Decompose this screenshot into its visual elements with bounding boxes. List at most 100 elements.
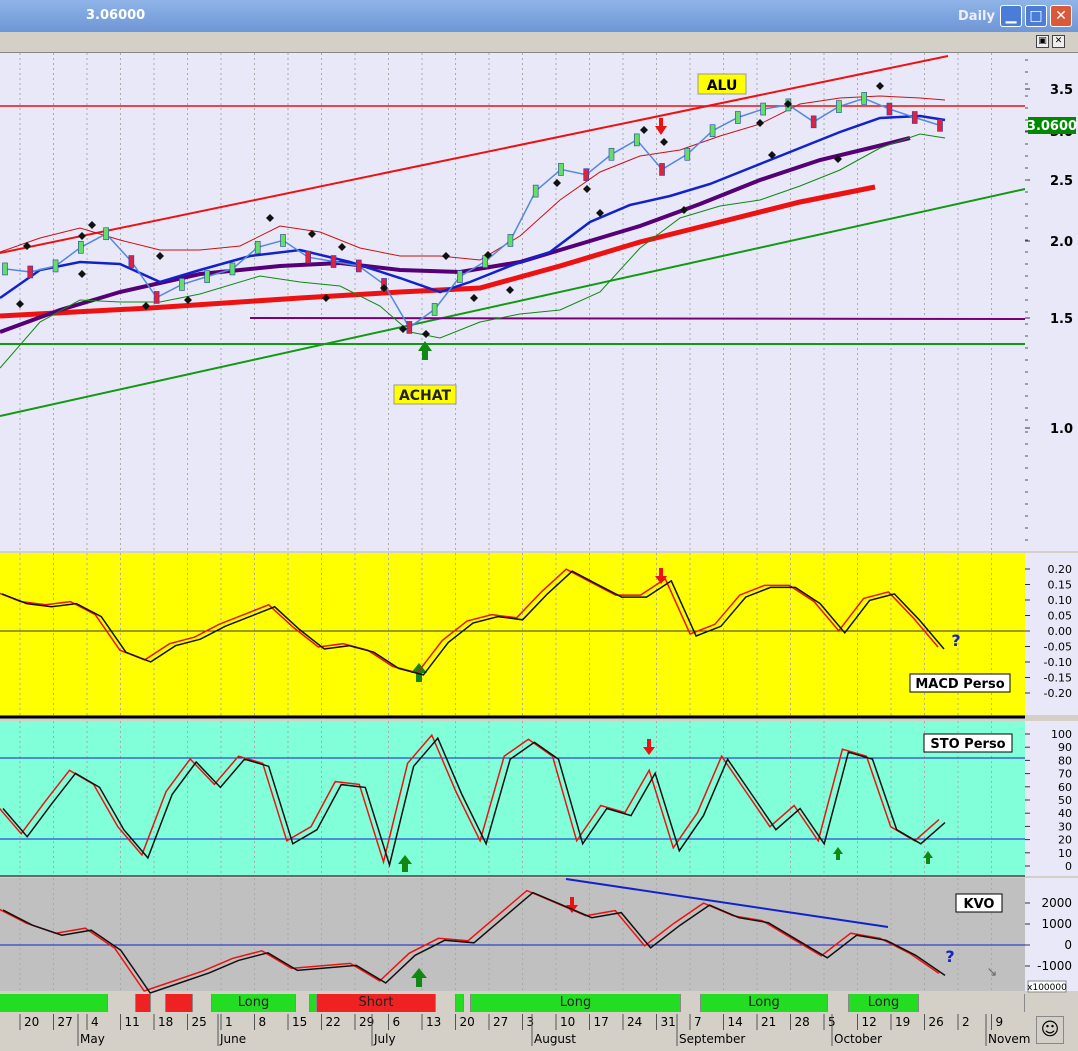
sto-name: STO Perso — [930, 737, 1005, 752]
sto-tick-label: 90 — [1058, 741, 1072, 754]
price-candle — [27, 265, 34, 279]
kvo-tick-label: 2000 — [1041, 896, 1072, 910]
kvo-axis — [1025, 878, 1078, 991]
price-candle — [633, 133, 640, 147]
price-candle — [684, 147, 691, 161]
x-month-label: August — [534, 1032, 576, 1046]
x-day-label: 20 — [24, 1015, 39, 1029]
signal-segment-long — [456, 994, 464, 1012]
x-month-label: September — [679, 1032, 745, 1046]
sto-tick-label: 50 — [1058, 794, 1072, 807]
price-candle — [204, 270, 210, 283]
x-day-label: 27 — [58, 1015, 73, 1029]
x-month-label: May — [80, 1032, 105, 1046]
x-day-label: 9 — [996, 1015, 1004, 1029]
price-candle — [128, 255, 135, 268]
price-candle — [52, 259, 59, 273]
sto-tick-label: 0 — [1065, 860, 1072, 873]
kvo-tick-label: -1000 — [1037, 959, 1072, 973]
signal-segment-long — [310, 994, 317, 1012]
x-day-label: 10 — [560, 1015, 575, 1029]
sto-tick-label: 80 — [1058, 754, 1072, 767]
signal-segment-short — [166, 994, 193, 1012]
macd-tick-label: -0.05 — [1044, 641, 1072, 654]
price-candle — [406, 321, 413, 334]
price-candle — [709, 124, 716, 138]
signal-gap — [919, 994, 1025, 1012]
x-day-label: 14 — [728, 1015, 743, 1029]
price-candle — [583, 168, 590, 181]
x-day-label: 3 — [527, 1015, 535, 1029]
alu-label: ALU — [707, 78, 738, 94]
x-day-label: 21 — [761, 1015, 776, 1029]
x-day-label: 2 — [962, 1015, 970, 1029]
price-tick-label: 3.5 — [1050, 83, 1073, 98]
x-month-label: October — [834, 1032, 882, 1046]
price-candle — [532, 184, 539, 198]
signal-segment-short — [136, 994, 151, 1012]
price-candle — [608, 147, 615, 161]
macd-tick-label: -0.20 — [1044, 687, 1072, 700]
x-month-label: Novem — [988, 1032, 1031, 1046]
x-day-label: 6 — [393, 1015, 401, 1029]
macd-tick-label: -0.10 — [1044, 656, 1072, 669]
x-day-label: 31 — [661, 1015, 676, 1029]
macd-tick-label: 0.05 — [1048, 610, 1073, 623]
signal-bar: Long Short Long Long Long — [0, 994, 1025, 1012]
price-tick-label: 1.0 — [1050, 422, 1073, 437]
price-candle — [153, 291, 160, 304]
price-candle — [886, 102, 893, 116]
price-candle — [280, 234, 286, 247]
x-day-label: 20 — [460, 1015, 475, 1029]
price-candle — [355, 259, 362, 273]
price-candle — [659, 163, 665, 176]
price-candle — [103, 227, 109, 241]
x-day-label: 27 — [493, 1015, 508, 1029]
macd-question: ? — [951, 631, 960, 650]
last-price: 3.0600 — [1027, 119, 1077, 134]
signal-segment-short: Short — [317, 994, 436, 1012]
x-day-label: 26 — [929, 1015, 944, 1029]
macd-tick-label: 0.20 — [1048, 563, 1073, 576]
x-day-label: 13 — [426, 1015, 441, 1029]
signal-segment-long — [0, 994, 108, 1012]
macd-tick-label: 0.10 — [1048, 594, 1073, 607]
kvo-name: KVO — [964, 897, 995, 912]
x-day-label: 7 — [694, 1015, 702, 1029]
price-tick-label: 2.0 — [1050, 235, 1073, 250]
price-candle — [330, 255, 337, 268]
price-candle — [431, 303, 438, 316]
x-day-label: 24 — [627, 1015, 642, 1029]
smiley-icon[interactable]: ☺ — [1036, 1016, 1064, 1044]
x-day-label: 1 — [225, 1015, 233, 1029]
kvo-tick-label: 1000 — [1041, 917, 1072, 931]
price-candle — [937, 119, 943, 132]
x-month-label: July — [373, 1032, 396, 1046]
price-candle — [254, 240, 261, 254]
scroll-arrow-icon[interactable]: ↘ — [987, 965, 998, 980]
sto-tick-label: 70 — [1058, 768, 1072, 781]
sto-tick-label: 30 — [1058, 820, 1072, 833]
price-candle — [305, 250, 312, 264]
macd-tick-label: 0.15 — [1048, 579, 1073, 592]
macd-name: MACD Perso — [915, 677, 1004, 692]
x-day-label: 18 — [158, 1015, 173, 1029]
sto-tick-label: 40 — [1058, 807, 1072, 820]
signal-segment-long: Long — [701, 994, 828, 1012]
signal-gap — [828, 994, 849, 1012]
x-day-label: 4 — [91, 1015, 99, 1029]
kvo-question: ? — [945, 947, 954, 966]
sto-tick-label: 100 — [1051, 728, 1072, 741]
x-day-label: 19 — [895, 1015, 910, 1029]
sto-tick-label: 60 — [1058, 781, 1072, 794]
achat-label: ACHAT — [399, 388, 452, 404]
price-candle — [760, 102, 766, 116]
signal-gap — [108, 994, 136, 1012]
signal-gap — [193, 994, 212, 1012]
price-candle — [861, 92, 867, 105]
x-day-label: 8 — [259, 1015, 267, 1029]
price-candle — [836, 100, 842, 113]
signal-segment-long: Long — [471, 994, 681, 1012]
price-candle — [179, 278, 185, 291]
signal-gap — [151, 994, 166, 1012]
